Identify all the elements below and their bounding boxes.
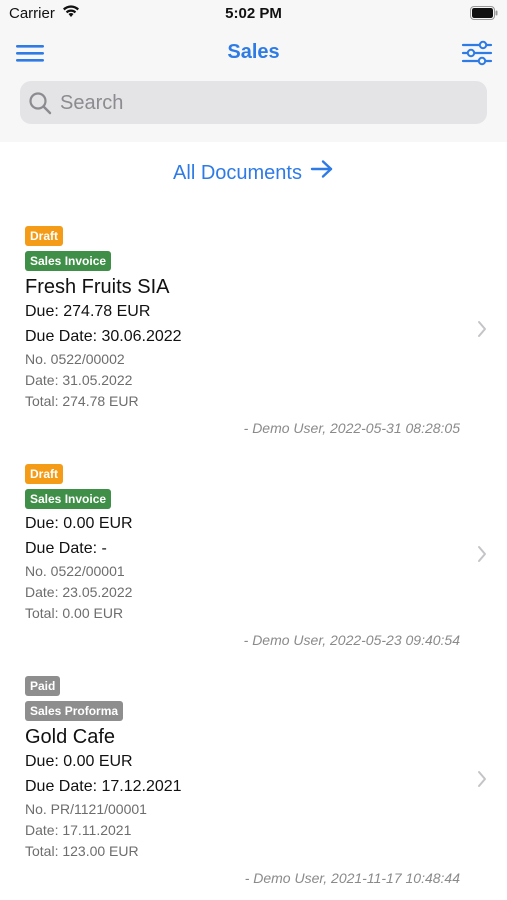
document-total: Total: 123.00 EUR xyxy=(25,843,139,859)
document-number: No. 0522/00002 xyxy=(25,351,125,367)
document-type-badge: Sales Invoice xyxy=(25,489,112,509)
chevron-right-icon xyxy=(477,545,487,568)
customer-name: Fresh Fruits SIA xyxy=(25,276,170,298)
document-date: Date: 23.05.2022 xyxy=(25,584,133,600)
battery-icon xyxy=(470,6,498,25)
all-documents-link[interactable]: All Documents xyxy=(0,159,507,185)
due-amount: Due: 0.00 EUR xyxy=(25,753,133,770)
all-documents-label: All Documents xyxy=(173,162,302,184)
status-bar: Carrier 5:02 PM xyxy=(0,0,507,30)
arrow-right-icon xyxy=(310,159,334,185)
document-row[interactable]: Draft Sales Invoice Due: 0.00 EUR Due Da… xyxy=(0,458,507,654)
document-type-badge: Sales Proforma xyxy=(25,701,124,721)
status-badge: Draft xyxy=(25,464,64,484)
clock: 5:02 PM xyxy=(225,5,282,22)
document-total: Total: 274.78 EUR xyxy=(25,393,139,409)
due-amount: Due: 0.00 EUR xyxy=(25,515,133,532)
search-icon xyxy=(28,91,52,120)
document-number: No. 0522/00001 xyxy=(25,563,125,579)
chevron-right-icon xyxy=(477,320,487,343)
filter-sliders-icon[interactable] xyxy=(461,39,493,67)
customer-name: Gold Cafe xyxy=(25,726,116,748)
document-date: Date: 17.11.2021 xyxy=(25,822,132,838)
due-date: Due Date: - xyxy=(25,540,107,557)
chevron-right-icon xyxy=(477,770,487,793)
created-by: - Demo User, 2022-05-31 08:28:05 xyxy=(243,420,460,436)
document-row[interactable]: Draft Sales Invoice Fresh Fruits SIA Due… xyxy=(0,220,507,442)
page-title: Sales xyxy=(227,41,280,63)
due-date: Due Date: 30.06.2022 xyxy=(25,328,182,345)
search-input[interactable] xyxy=(58,86,482,120)
due-amount: Due: 274.78 EUR xyxy=(25,303,151,320)
document-row[interactable]: Paid Sales Proforma Gold Cafe Due: 0.00 … xyxy=(0,670,507,892)
status-badge: Paid xyxy=(25,676,61,696)
created-by: - Demo User, 2021-11-17 10:48:44 xyxy=(244,870,460,886)
document-total: Total: 0.00 EUR xyxy=(25,605,124,621)
created-by: - Demo User, 2022-05-23 09:40:54 xyxy=(243,632,460,648)
navigation-bar: Sales xyxy=(0,30,507,76)
due-date: Due Date: 17.12.2021 xyxy=(25,778,182,795)
document-type-badge: Sales Invoice xyxy=(25,251,112,271)
status-badge: Draft xyxy=(25,226,64,246)
document-number: No. PR/1121/00001 xyxy=(25,801,147,817)
search-bar[interactable] xyxy=(20,81,487,124)
search-area xyxy=(0,76,507,142)
document-date: Date: 31.05.2022 xyxy=(25,372,133,388)
